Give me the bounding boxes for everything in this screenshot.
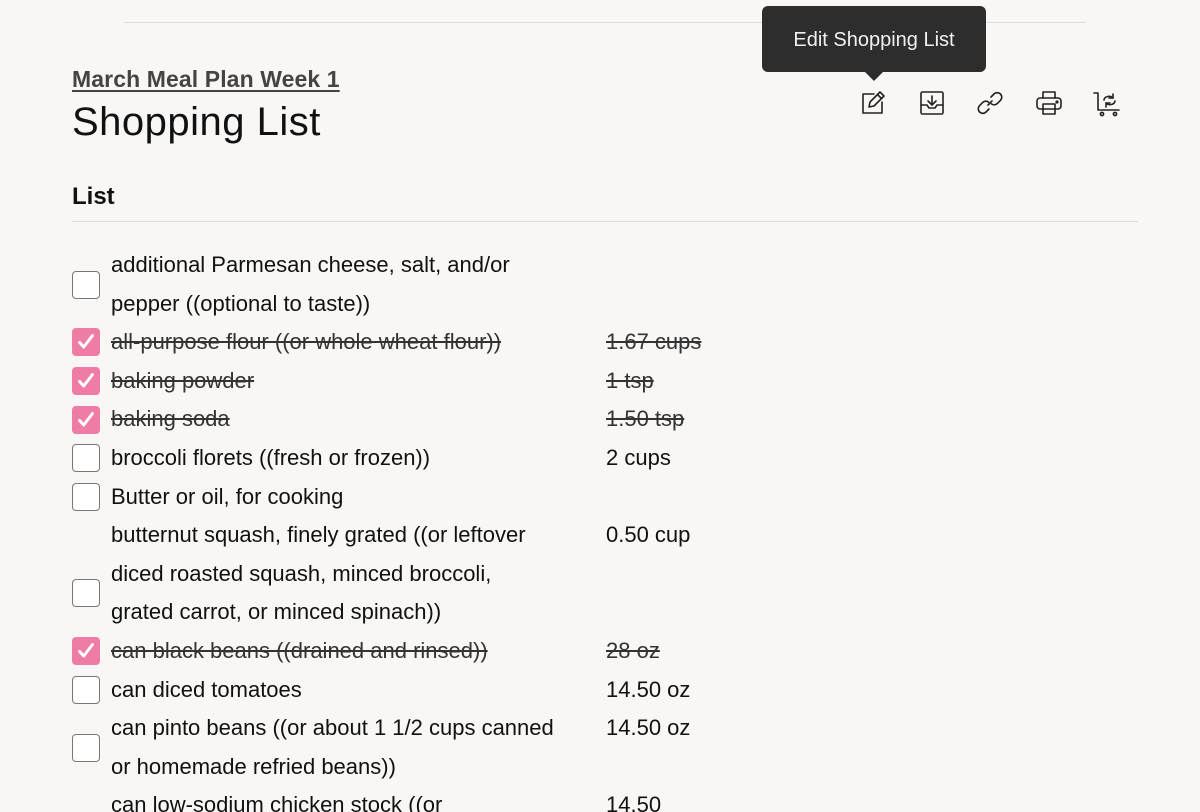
- item-quantity: 1.67 cups: [606, 329, 702, 355]
- item-quantity: 14.50 oz: [606, 715, 691, 741]
- checkmark-icon: [78, 334, 94, 349]
- item-name: baking soda: [111, 406, 230, 432]
- list-item: butternut squash, finely grated ((or lef…: [72, 516, 752, 632]
- list-item: baking powder 1 tsp: [72, 362, 752, 401]
- list-item: baking soda 1.50 tsp: [72, 400, 752, 439]
- item-quantity: 14.50 oz: [606, 676, 691, 702]
- checkmark-icon: [78, 411, 94, 427]
- checkbox[interactable]: [72, 579, 100, 608]
- checkbox-checked[interactable]: [72, 405, 100, 434]
- item-name: Butter or oil, for cooking: [111, 483, 344, 509]
- download-button[interactable]: [915, 86, 949, 120]
- item-name: can black beans ((drained and rinsed)): [111, 637, 488, 663]
- item-name: can low-sodium chicken stock ((or: [111, 792, 443, 812]
- list-item: all-purpose flour ((or whole wheat flour…: [72, 323, 752, 362]
- item-name: all-purpose flour ((or whole wheat flour…: [111, 329, 502, 355]
- checkbox[interactable]: [72, 675, 100, 704]
- checkbox[interactable]: [72, 444, 100, 473]
- checkbox-checked[interactable]: [72, 328, 100, 357]
- print-icon: [1035, 91, 1062, 115]
- copy-link-button[interactable]: [973, 86, 1007, 120]
- list-item: can low-sodium chicken stock ((or 14.50: [72, 786, 752, 812]
- link-icon: [977, 91, 1003, 115]
- edit-icon: [862, 91, 885, 114]
- item-name: broccoli florets ((fresh or frozen)): [111, 444, 431, 470]
- checkbox[interactable]: [72, 733, 100, 762]
- item-name: can diced tomatoes: [111, 676, 302, 702]
- item-name: can pinto beans ((or about 1 1/2 cups ca…: [111, 715, 554, 779]
- list-item: can black beans ((drained and rinsed)) 28…: [72, 632, 752, 671]
- section-title: List: [72, 183, 115, 210]
- checkbox[interactable]: [72, 482, 100, 511]
- checkmark-icon: [78, 373, 94, 388]
- item-quantity: 1.50 tsp: [606, 406, 685, 432]
- item-name: butternut squash, finely grated ((or lef…: [111, 522, 526, 625]
- item-name: baking powder: [111, 367, 255, 393]
- list-item: can diced tomatoes 14.50 oz: [72, 671, 752, 710]
- checkbox-checked[interactable]: [72, 367, 100, 396]
- download-icon: [919, 91, 944, 115]
- checkmark-icon: [78, 643, 94, 658]
- section-divider: [72, 221, 1138, 222]
- item-quantity: 28 oz: [606, 637, 660, 663]
- item-quantity: 2 cups: [606, 444, 671, 470]
- edit-shopping-list-button[interactable]: [856, 86, 890, 120]
- print-button[interactable]: [1032, 86, 1066, 120]
- list-item: Butter or oil, for cooking: [72, 478, 752, 517]
- item-name: additional Parmesan cheese, salt, and/or…: [111, 252, 510, 316]
- list-item: additional Parmesan cheese, salt, and/or…: [72, 246, 752, 323]
- cart-refresh-icon: [1093, 92, 1120, 117]
- item-quantity: 1 tsp: [606, 367, 654, 393]
- item-quantity: 0.50 cup: [606, 522, 691, 548]
- tooltip: Edit Shopping List: [762, 6, 986, 81]
- toolbar: [856, 86, 1149, 120]
- list-item: can pinto beans ((or about 1 1/2 cups ca…: [72, 709, 752, 786]
- page-title: Shopping List: [72, 100, 321, 144]
- checkbox[interactable]: [72, 270, 100, 299]
- item-quantity: 14.50: [606, 792, 662, 812]
- refresh-cart-button[interactable]: [1090, 86, 1124, 120]
- breadcrumb-meal-plan-link[interactable]: March Meal Plan Week 1: [72, 66, 340, 93]
- shopping-list: additional Parmesan cheese, salt, and/or…: [72, 246, 752, 812]
- list-item: broccoli florets ((fresh or frozen)) 2 cu…: [72, 439, 752, 478]
- checkbox-checked[interactable]: [72, 637, 100, 666]
